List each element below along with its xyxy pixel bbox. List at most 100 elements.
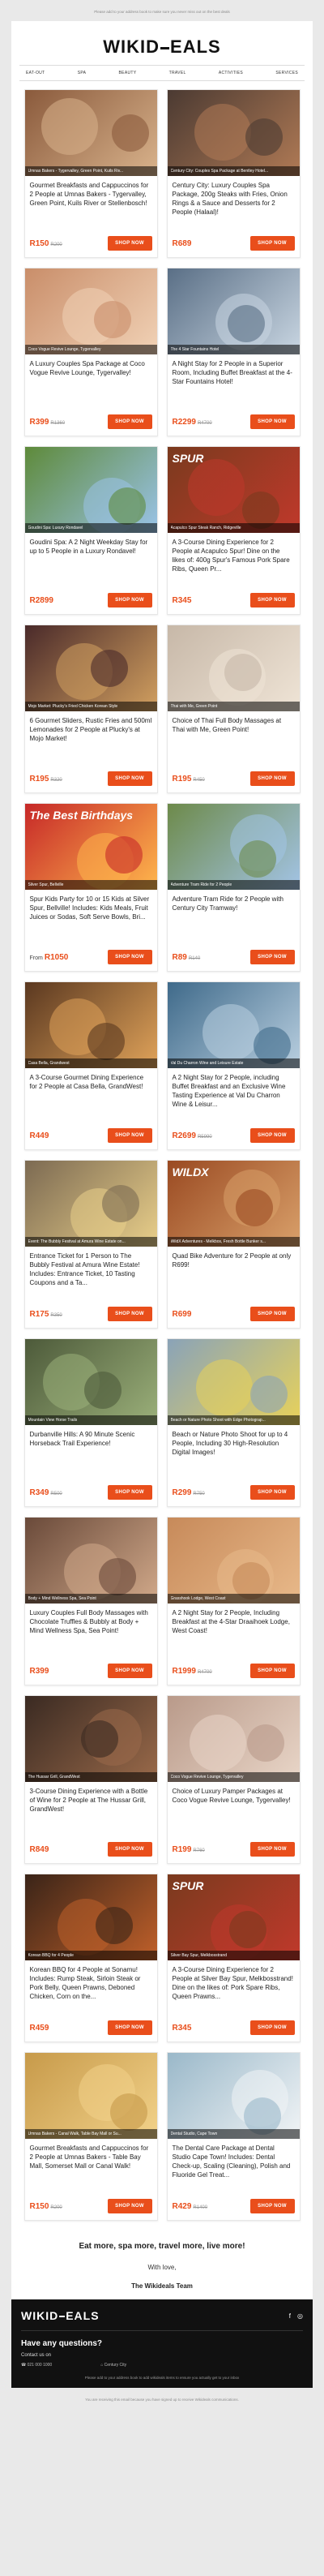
shop-now-button[interactable]: SHOP NOW [107,1128,152,1143]
deal-title[interactable]: A 2 Night Stay for 2 People, Including B… [168,1604,300,1649]
shop-now-button[interactable]: SHOP NOW [249,771,295,786]
deal-card[interactable]: Val Du Charron Wine and Leisure Estate A … [166,981,301,1150]
shop-now-button[interactable]: SHOP NOW [249,1842,295,1857]
deal-image[interactable]: Mojo Market: Plucky's Fried Chicken Kore… [24,625,157,711]
deal-title[interactable]: Gourmet Breakfasts and Cappuccinos for 2… [25,176,157,221]
shop-now-button[interactable]: SHOP NOW [249,414,295,429]
deal-title[interactable]: Entrance Ticket for 1 Person to The Bubb… [25,1247,157,1292]
shop-now-button[interactable]: SHOP NOW [107,1307,152,1321]
deal-title[interactable]: Beach or Nature Photo Shoot for up to 4 … [168,1425,300,1470]
deal-title[interactable]: 6 Gourmet Sliders, Rustic Fries and 500m… [25,711,157,757]
deal-card[interactable]: The Best Birthdays Silver Spur, Bellville… [23,803,158,972]
facebook-icon[interactable]: f [289,2312,291,2320]
nav-activities[interactable]: ACTIVITIES [219,71,243,75]
deal-image[interactable]: Umnas Bakers - Canal Walk, Table Bay Mal… [24,2053,157,2139]
nav-services[interactable]: SERVICES [275,71,298,75]
deal-card[interactable]: Coco Vogue Revive Lounge, Tygervalley Cho… [166,1695,301,1864]
deal-card[interactable]: Mojo Market: Plucky's Fried Chicken Kore… [23,625,158,793]
footer-phone[interactable]: ☎ 021 000 1000 [21,2363,52,2368]
deal-image[interactable]: Thai with Me, Green Point [167,625,300,711]
shop-now-button[interactable]: SHOP NOW [249,950,295,964]
deal-title[interactable]: Luxury Couples Full Body Massages with C… [25,1604,157,1649]
deal-image[interactable]: Century City: Couples Spa Package at Ben… [167,90,300,176]
deal-card[interactable]: SPUR Silver Bay Spur, Melkbosstrand A 3-Co… [166,1874,301,2042]
deal-image[interactable]: Dental Studio, Cape Town [167,2053,300,2139]
deal-image[interactable]: Val Du Charron Wine and Leisure Estate [167,982,300,1068]
deal-card[interactable]: Thai with Me, Green Point Choice of Thai … [166,625,301,793]
deal-image[interactable]: Adventure Tram Ride for 2 People [167,804,300,890]
deal-image[interactable]: Beach or Nature Photo Shoot with Edge Ph… [167,1339,300,1425]
shop-now-button[interactable]: SHOP NOW [107,950,152,964]
shop-now-button[interactable]: SHOP NOW [249,236,295,251]
deal-image[interactable]: The Hussar Grill, GrandWest [24,1696,157,1782]
deal-card[interactable]: Casa Bella, Grandwest A 3-Course Gourmet … [23,981,158,1150]
shop-now-button[interactable]: SHOP NOW [107,593,152,608]
shop-now-button[interactable]: SHOP NOW [107,1842,152,1857]
shop-now-button[interactable]: SHOP NOW [107,236,152,251]
nav-spa[interactable]: SPA [78,71,87,75]
deal-card[interactable]: Event: The Bubbly Festival at Amura Wine… [23,1160,158,1329]
shop-now-button[interactable]: SHOP NOW [107,771,152,786]
deal-title[interactable]: Quad Bike Adventure for 2 People at only… [168,1247,300,1292]
deal-card[interactable]: Umnas Bakers - Tygervalley, Green Point,… [23,89,158,258]
deal-image[interactable]: Korean BBQ for 4 People [24,1874,157,1960]
nav-beauty[interactable]: BEAUTY [119,71,137,75]
deal-image[interactable]: Goudini Spa: Luxury Rondavel [24,447,157,533]
deal-card[interactable]: Body + Mind Wellness Spa, Sea Point Luxur… [23,1517,158,1685]
deal-title[interactable]: A Night Stay for 2 People in a Superior … [168,354,300,400]
deal-image[interactable]: WILDX WildX Adventures - Melkbos, Fresh B… [167,1161,300,1247]
shop-now-button[interactable]: SHOP NOW [249,1128,295,1143]
deal-image[interactable]: SPUR Acapulco Spur Steak Ranch, Ridgevill… [167,447,300,533]
deal-title[interactable]: Adventure Tram Ride for 2 People with Ce… [168,890,300,935]
shop-now-button[interactable]: SHOP NOW [249,1307,295,1321]
deal-card[interactable]: Goudini Spa: Luxury Rondavel Goudini Spa:… [23,446,158,615]
deal-title[interactable]: 3-Course Dining Experience with a Bottle… [25,1782,157,1827]
deal-title[interactable]: The Dental Care Package at Dental Studio… [168,2139,300,2184]
shop-now-button[interactable]: SHOP NOW [249,593,295,608]
deal-title[interactable]: Choice of Thai Full Body Massages at Tha… [168,711,300,757]
deal-title[interactable]: Gourmet Breakfasts and Cappuccinos for 2… [25,2139,157,2184]
deal-title[interactable]: A 2 Night Stay for 2 People, including B… [168,1068,300,1114]
shop-now-button[interactable]: SHOP NOW [249,1485,295,1500]
shop-now-button[interactable]: SHOP NOW [249,2020,295,2035]
deal-card[interactable]: SPUR Acapulco Spur Steak Ranch, Ridgevill… [166,446,301,615]
deal-card[interactable]: Coco Vogue Revive Lounge, Tygervalley A L… [23,268,158,436]
deal-image[interactable]: Body + Mind Wellness Spa, Sea Point [24,1518,157,1604]
footer-logo[interactable]: WIKID EALS [21,2309,100,2322]
deal-title[interactable]: A 3-Course Dining Experience for 2 Peopl… [168,533,300,578]
instagram-icon[interactable]: ◎ [297,2312,303,2320]
deal-card[interactable]: Adventure Tram Ride for 2 People Adventur… [166,803,301,972]
deal-image[interactable]: Mountain View Horse Trails [24,1339,157,1425]
deal-title[interactable]: A 3-Course Gourmet Dining Experience for… [25,1068,157,1114]
shop-now-button[interactable]: SHOP NOW [107,1664,152,1678]
deal-image[interactable]: Coco Vogue Revive Lounge, Tygervalley [167,1696,300,1782]
deal-card[interactable]: WILDX WildX Adventures - Melkbos, Fresh B… [166,1160,301,1329]
deal-title[interactable]: Korean BBQ for 4 People at Sonamu! Inclu… [25,1960,157,2006]
deal-card[interactable]: Umnas Bakers - Canal Walk, Table Bay Mal… [23,2052,158,2221]
deal-image[interactable]: Coco Vogue Revive Lounge, Tygervalley [24,268,157,354]
deal-title[interactable]: A 3-Course Dining Experience for 2 Peopl… [168,1960,300,2006]
deal-card[interactable]: Korean BBQ for 4 People Korean BBQ for 4 … [23,1874,158,2042]
shop-now-button[interactable]: SHOP NOW [107,2199,152,2213]
deal-image[interactable]: Casa Bella, Grandwest [24,982,157,1068]
deal-card[interactable]: Dental Studio, Cape Town The Dental Care … [166,2052,301,2221]
deal-card[interactable]: The Hussar Grill, GrandWest 3-Course Dini… [23,1695,158,1864]
deal-card[interactable]: The 4 Star Fountains Hotel A Night Stay f… [166,268,301,436]
shop-now-button[interactable]: SHOP NOW [107,1485,152,1500]
shop-now-button[interactable]: SHOP NOW [249,2199,295,2213]
deal-title[interactable]: Goudini Spa: A 2 Night Weekday Stay for … [25,533,157,578]
nav-eat-out[interactable]: EAT-OUT [26,71,45,75]
deal-image[interactable]: The Best Birthdays Silver Spur, Bellville [24,804,157,890]
deal-title[interactable]: Choice of Luxury Pamper Packages at Coco… [168,1782,300,1827]
deal-title[interactable]: A Luxury Couples Spa Package at Coco Vog… [25,354,157,400]
deal-image[interactable]: Event: The Bubbly Festival at Amura Wine… [24,1161,157,1247]
deal-image[interactable]: The 4 Star Fountains Hotel [167,268,300,354]
shop-now-button[interactable]: SHOP NOW [107,414,152,429]
nav-travel[interactable]: TRAVEL [169,71,186,75]
wikideals-logo[interactable]: WIKID EALS [103,36,220,58]
deal-title[interactable]: Spur Kids Party for 10 or 15 Kids at Sil… [25,890,157,935]
deal-image[interactable]: Umnas Bakers - Tygervalley, Green Point,… [24,90,157,176]
deal-card[interactable]: Beach or Nature Photo Shoot with Edge Ph… [166,1338,301,1507]
shop-now-button[interactable]: SHOP NOW [249,1664,295,1678]
deal-title[interactable]: Century City: Luxury Couples Spa Package… [168,176,300,221]
